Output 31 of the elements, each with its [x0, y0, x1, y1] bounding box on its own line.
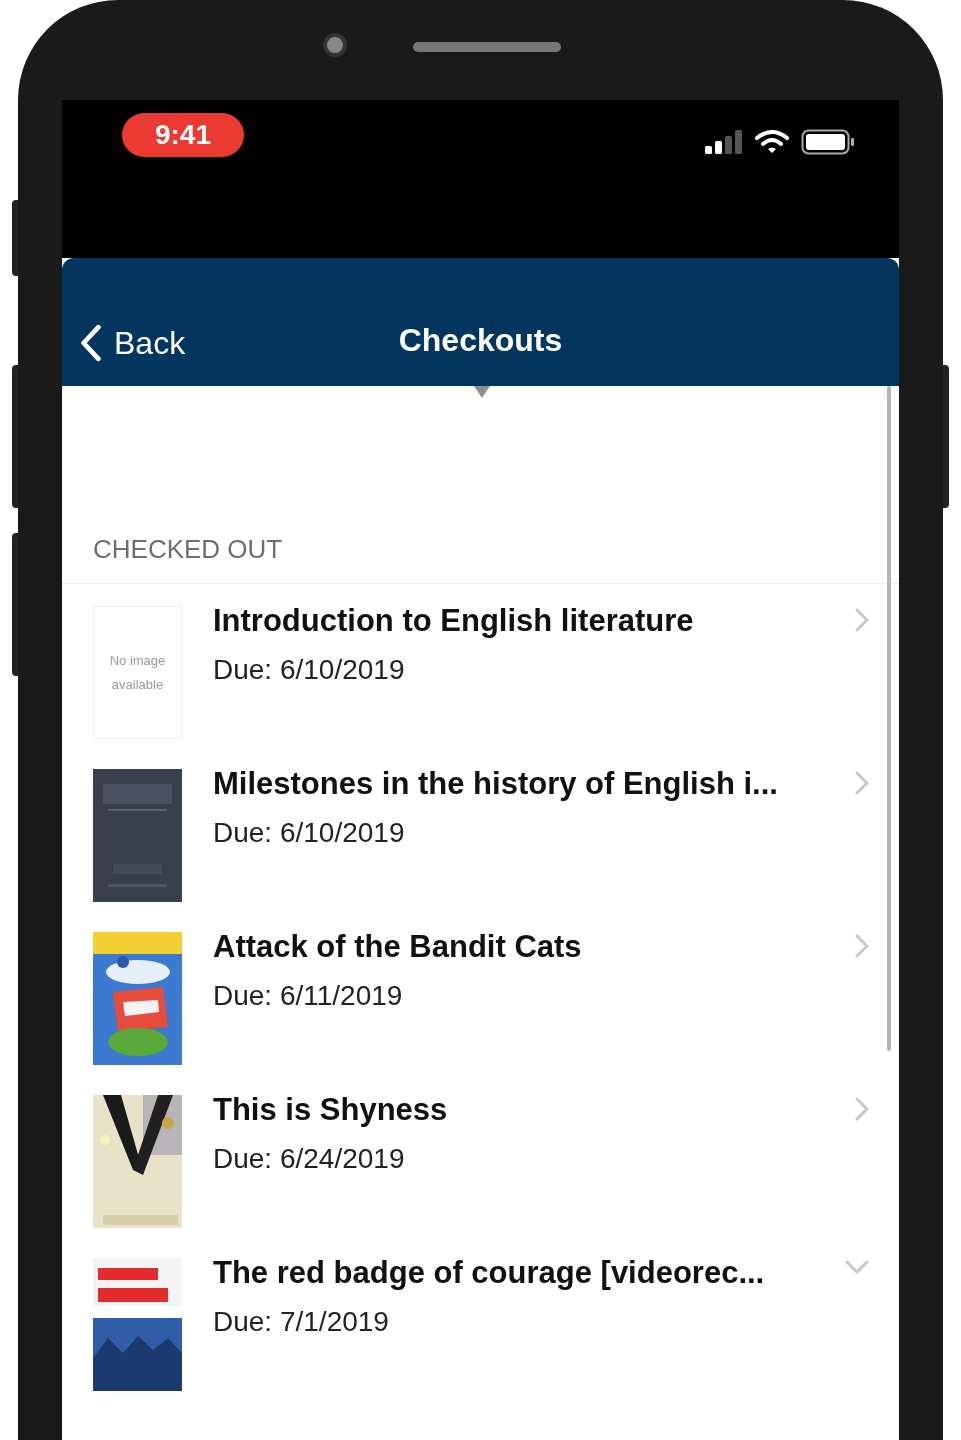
- due-date: Due: 6/11/2019: [213, 978, 404, 1013]
- wifi-icon: [755, 130, 789, 154]
- chevron-right-icon: [855, 1097, 869, 1121]
- item-title: Attack of the Bandit Cats: [213, 928, 583, 966]
- chevron-right-icon: [855, 771, 869, 795]
- chevron-right-icon: [855, 934, 869, 958]
- signal-icon: [705, 130, 743, 154]
- due-date: Due: 7/1/2019: [213, 1304, 390, 1339]
- screen-title: Checkouts: [398, 321, 563, 360]
- section-header: CHECKED OUT: [62, 386, 899, 584]
- checkout-row[interactable]: This is Shyness Due: 6/24/2019: [62, 1073, 899, 1236]
- no-image-text: No image available: [108, 651, 167, 694]
- chevron-down-icon: [845, 1260, 869, 1274]
- item-title: Introduction to English literature: [213, 602, 695, 640]
- item-title: This is Shyness: [213, 1091, 449, 1129]
- checkout-row[interactable]: The red badge of courage [videorec... Due: 7/1/2019: [62, 1236, 899, 1399]
- battery-icon: [801, 129, 855, 155]
- back-chevron-icon: [80, 324, 102, 362]
- checkout-row[interactable]: Milestones in the history of English i... Due: 6/10/2019: [62, 747, 899, 910]
- chevron-right-icon: [855, 608, 869, 632]
- checkout-row[interactable]: Attack of the Bandit Cats Due: 6/11/2019: [62, 910, 899, 1073]
- item-title: Milestones in the history of English i...: [213, 765, 779, 803]
- due-date: Due: 6/10/2019: [213, 815, 406, 850]
- checkout-row[interactable]: No image available Introduction to English literature Due: 6/10/2019: [62, 584, 899, 747]
- back-button[interactable]: Back: [62, 319, 186, 367]
- time-pill: 9:41: [122, 113, 244, 157]
- item-title: The red badge of courage [videorec...: [213, 1254, 766, 1292]
- camera-icon: [323, 33, 347, 57]
- speaker-icon: [413, 42, 561, 52]
- due-date: Due: 6/10/2019: [213, 652, 406, 687]
- due-date: Due: 6/24/2019: [213, 1141, 406, 1176]
